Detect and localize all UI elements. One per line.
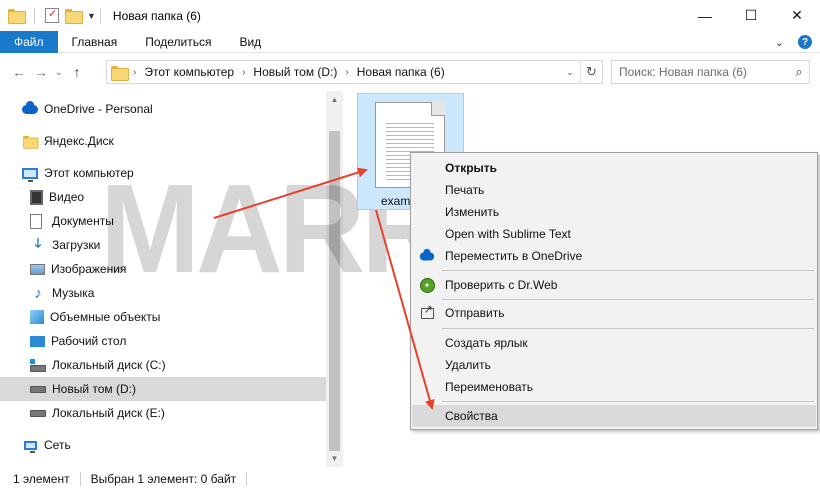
sidebar-item-drive-e[interactable]: Локальный диск (E:) xyxy=(0,401,326,425)
menu-separator xyxy=(442,401,814,402)
menu-item-send-to[interactable]: Отправить xyxy=(412,302,816,324)
maximize-button[interactable]: ☐ xyxy=(728,0,774,31)
scrollbar-thumb[interactable] xyxy=(329,131,340,451)
menu-item-open-with-sublime[interactable]: Open with Sublime Text xyxy=(412,223,816,245)
sidebar-item-video[interactable]: Видео xyxy=(0,185,326,209)
search-input[interactable]: Поиск: Новая папка (6) ⌕ xyxy=(611,60,810,84)
quick-access-dropdown-icon[interactable]: ▼ xyxy=(87,11,96,21)
menu-item-create-shortcut[interactable]: Создать ярлык xyxy=(412,332,816,354)
drive-d-icon xyxy=(30,381,46,397)
search-icon[interactable]: ⌕ xyxy=(789,64,809,80)
back-button[interactable]: ← xyxy=(8,60,30,84)
ribbon-tabs: Файл Главная Поделиться Вид ⌄ ? xyxy=(0,30,820,53)
item-count: 1 элемент xyxy=(13,472,70,486)
menu-separator xyxy=(442,299,814,300)
close-button[interactable]: ✕ xyxy=(774,0,820,31)
downloads-icon: 🡓 xyxy=(34,235,42,250)
breadcrumb-current-folder[interactable]: Новая папка (6) xyxy=(357,65,445,79)
selection-info: Выбран 1 элемент: 0 байт xyxy=(90,472,237,486)
sidebar-item-pictures[interactable]: Изображения xyxy=(0,257,326,281)
menu-item-print[interactable]: Печать xyxy=(412,179,816,201)
tab-file[interactable]: Файл xyxy=(0,30,58,53)
forward-button[interactable]: → xyxy=(30,60,52,84)
sidebar-item-3d-objects[interactable]: Объемные объекты xyxy=(0,305,326,329)
folder-icon xyxy=(8,9,26,24)
sidebar-item-yandex-disk[interactable]: Яндекс.Диск xyxy=(0,129,326,153)
window-title: Новая папка (6) xyxy=(112,8,201,23)
desktop-icon xyxy=(30,335,45,347)
minimize-button[interactable]: — xyxy=(682,0,728,31)
navigation-bar: ← → ⌄ ↑ › Этот компьютер › Новый том (D:… xyxy=(0,53,820,91)
3d-objects-icon xyxy=(30,310,44,324)
menu-item-move-to-onedrive[interactable]: Переместить в OneDrive xyxy=(412,245,816,267)
documents-icon xyxy=(30,213,42,229)
pictures-icon xyxy=(30,263,45,275)
drive-c-icon xyxy=(30,357,46,373)
divider xyxy=(246,472,248,486)
network-icon xyxy=(22,437,38,453)
scroll-up-icon[interactable]: ▲ xyxy=(326,91,343,108)
video-icon xyxy=(30,189,43,205)
new-folder-icon[interactable] xyxy=(65,9,83,24)
sidebar-item-network[interactable]: Сеть xyxy=(0,433,326,457)
onedrive-icon xyxy=(22,100,38,117)
tab-home[interactable]: Главная xyxy=(58,31,132,53)
folder-icon xyxy=(111,65,129,81)
menu-item-open[interactable]: Открыть xyxy=(412,157,816,179)
yandex-disk-icon xyxy=(22,133,39,149)
search-placeholder: Поиск: Новая папка (6) xyxy=(619,65,747,79)
drive-e-icon xyxy=(30,405,46,421)
file-name[interactable]: exam xyxy=(381,194,410,208)
breadcrumb-drive-d[interactable]: Новый том (D:) xyxy=(253,65,337,79)
refresh-button[interactable]: ↻ xyxy=(580,61,602,83)
sidebar-item-music[interactable]: ♪ Музыка xyxy=(0,281,326,305)
menu-item-properties[interactable]: Свойства xyxy=(412,405,816,427)
menu-item-edit[interactable]: Изменить xyxy=(412,201,816,223)
tab-share[interactable]: Поделиться xyxy=(131,31,225,53)
drweb-icon: ✦ xyxy=(419,277,435,293)
menu-separator xyxy=(442,270,814,271)
send-to-icon xyxy=(419,303,435,321)
menu-item-delete[interactable]: Удалить xyxy=(412,354,816,376)
status-bar: 1 элемент Выбран 1 элемент: 0 байт xyxy=(0,467,820,491)
navigation-pane: OneDrive - Personal Яндекс.Диск Этот ком… xyxy=(0,91,326,467)
properties-icon[interactable] xyxy=(45,7,59,23)
address-dropdown-icon[interactable]: ⌄ xyxy=(560,67,580,78)
scroll-down-icon[interactable]: ▼ xyxy=(326,450,343,467)
sidebar-item-this-pc[interactable]: Этот компьютер xyxy=(0,161,326,185)
menu-item-rename[interactable]: Переименовать xyxy=(412,376,816,398)
sidebar-item-desktop[interactable]: Рабочий стол xyxy=(0,329,326,353)
menu-separator xyxy=(442,328,814,329)
sidebar-item-drive-c[interactable]: Локальный диск (C:) xyxy=(0,353,326,377)
title-bar: ▼ Новая папка (6) — ☐ ✕ xyxy=(0,0,820,31)
menu-item-check-drweb[interactable]: ✦ Проверить с Dr.Web xyxy=(412,274,816,296)
this-pc-icon xyxy=(22,165,38,182)
onedrive-icon xyxy=(419,248,435,264)
sidebar-item-onedrive[interactable]: OneDrive - Personal xyxy=(0,97,326,121)
divider xyxy=(34,7,35,24)
expand-ribbon-icon[interactable]: ⌄ xyxy=(775,36,784,49)
music-icon: ♪ xyxy=(34,284,42,302)
divider xyxy=(99,7,101,24)
help-icon[interactable]: ? xyxy=(798,35,812,49)
tab-view[interactable]: Вид xyxy=(225,31,275,53)
divider xyxy=(79,472,81,486)
breadcrumb-this-pc[interactable]: Этот компьютер xyxy=(144,65,234,79)
recent-locations-button[interactable]: ⌄ xyxy=(52,60,66,84)
sidebar-scrollbar[interactable]: ▲ ▼ xyxy=(326,91,343,467)
sidebar-item-documents[interactable]: Документы xyxy=(0,209,326,233)
address-bar[interactable]: › Этот компьютер › Новый том (D:) › Нова… xyxy=(106,60,603,84)
sidebar-item-drive-d[interactable]: Новый том (D:) xyxy=(0,377,326,401)
sidebar-item-downloads[interactable]: 🡓 Загрузки xyxy=(0,233,326,257)
context-menu: Открыть Печать Изменить Open with Sublim… xyxy=(410,152,818,430)
up-button[interactable]: ↑ xyxy=(66,60,88,84)
